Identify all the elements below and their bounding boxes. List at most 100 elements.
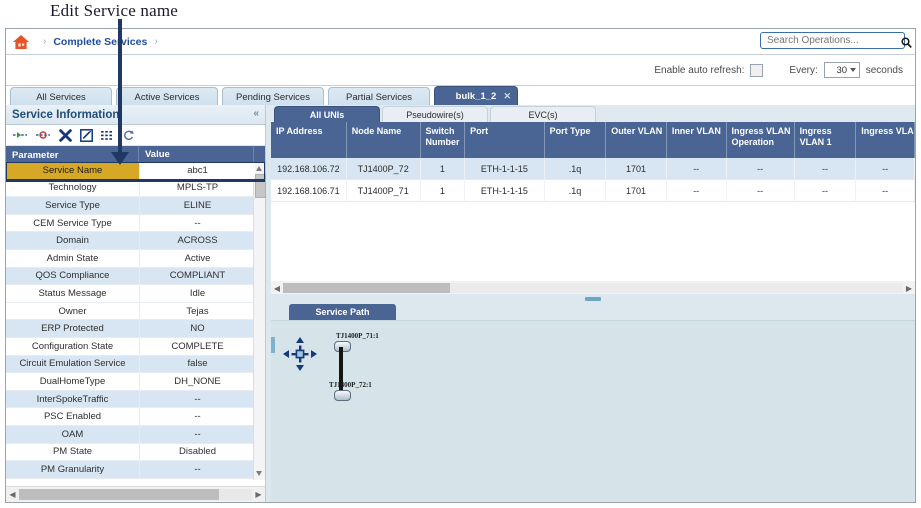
parameter-table-horizontal-scrollbar[interactable]: ◀ ▶	[6, 486, 265, 502]
table-row[interactable]: Configuration State COMPLETE	[6, 337, 265, 356]
tab-service-path[interactable]: Service Path	[289, 304, 396, 320]
tab-evcs[interactable]: EVC(s)	[490, 106, 596, 122]
panel-title: Service Information	[12, 108, 120, 121]
table-row[interactable]: DualHomeType DH_NONE	[6, 373, 265, 391]
cell-inner-vlan: --	[666, 158, 727, 180]
table-row[interactable]: InterSpokeTraffic --	[6, 390, 265, 409]
table-row[interactable]: CEM Service Type --	[6, 214, 265, 233]
column-header-outer-vlan[interactable]: Outer VLAN	[606, 122, 667, 158]
parameter-table-vertical-scrollbar[interactable]	[253, 162, 266, 480]
scroll-right-icon[interactable]: ▶	[252, 490, 265, 499]
row-parameter: ERP Protected	[6, 320, 139, 338]
row-value: --	[139, 408, 255, 426]
table-row[interactable]: Service Type ELINE	[6, 197, 265, 215]
tab-pseudowires[interactable]: Pseudowire(s)	[382, 106, 488, 122]
cell-node-name: TJ1400P_71	[346, 180, 421, 202]
tab-partial-services[interactable]: Partial Services	[328, 87, 430, 106]
table-row[interactable]: Status Message Idle	[6, 285, 265, 303]
column-header-switch-number[interactable]: Switch Number	[420, 122, 466, 158]
uni-grid-horizontal-scrollbar[interactable]: ◀ ▶	[271, 280, 915, 295]
auto-refresh-group: Enable auto refresh: Every: 30 seconds	[654, 62, 903, 78]
pan-control[interactable]	[283, 337, 317, 371]
cell-node-name: TJ1400P_72	[346, 158, 421, 180]
table-row[interactable]: Technology MPLS-TP	[6, 179, 265, 198]
service-path-canvas[interactable]: TJ1400P_71:1 TJ1400P_72:1	[271, 320, 915, 502]
cell-ip-address: 192.168.106.72	[271, 158, 347, 180]
scrollbar-track[interactable]	[19, 489, 252, 500]
delete-icon[interactable]	[59, 128, 72, 142]
panel-title-bar: Service Information «	[6, 105, 265, 125]
details-icon[interactable]	[101, 130, 115, 141]
column-header-inner-vlan[interactable]: Inner VLAN	[666, 122, 727, 158]
table-row[interactable]: PM State Disabled	[6, 443, 265, 462]
column-header-ingress-vlan-2[interactable]: Ingress VLA	[856, 122, 915, 158]
tab-label: Pseudowire(s)	[406, 109, 464, 120]
row-value: --	[139, 214, 255, 233]
auto-refresh-checkbox[interactable]	[750, 63, 764, 77]
row-value: Active	[139, 249, 255, 268]
tab-all-services[interactable]: All Services	[10, 87, 112, 106]
tab-active-services[interactable]: Active Services	[116, 87, 218, 106]
row-parameter: Admin State	[6, 249, 139, 268]
refresh-interval-select[interactable]: 30	[823, 62, 860, 78]
column-header-node-name[interactable]: Node Name	[346, 122, 421, 158]
scrollbar-track[interactable]	[283, 283, 903, 293]
table-row[interactable]: PM Granularity --	[6, 461, 265, 479]
service-path-node[interactable]	[334, 390, 351, 401]
column-header-ingress-vlan-1[interactable]: Ingress VLAN 1	[794, 122, 857, 158]
scrollbar-thumb[interactable]	[283, 283, 451, 293]
table-row[interactable]: PSC Enabled --	[6, 408, 265, 426]
scroll-right-icon[interactable]: ▶	[903, 284, 915, 293]
column-header-port[interactable]: Port	[465, 122, 545, 158]
home-icon[interactable]	[12, 34, 30, 50]
column-header-ingress-vlan-operation[interactable]: Ingress VLAN Operation	[726, 122, 795, 158]
row-value: --	[139, 461, 255, 479]
annotation-arrow-head	[111, 152, 129, 165]
search-box[interactable]	[760, 32, 912, 49]
tab-label: Partial Services	[346, 91, 412, 103]
tab-bulk-1-2[interactable]: bulk_1_2 ✕	[434, 86, 518, 106]
screenshot-root: Edit Service name › Complete Services ›	[0, 0, 921, 508]
tab-pending-services[interactable]: Pending Services	[222, 87, 324, 106]
breadcrumb-bar: › Complete Services ›	[6, 29, 915, 55]
service-path-node-label: TJ1400P_72:1	[329, 381, 372, 389]
table-row[interactable]: Owner Tejas	[6, 302, 265, 321]
scroll-left-icon[interactable]: ◀	[6, 490, 19, 499]
panel-splitter[interactable]	[271, 294, 915, 304]
table-row[interactable]: Service Name abc1	[6, 162, 265, 182]
breadcrumb-item-complete-services[interactable]: Complete Services	[53, 36, 147, 48]
column-header-ip-address[interactable]: IP Address	[271, 122, 347, 158]
application-window: › Complete Services › Enable auto refres…	[5, 28, 916, 503]
refresh-icon[interactable]	[123, 129, 134, 142]
parameter-table-body: Service Name abc1 Technology MPLS-TP Ser…	[6, 162, 265, 480]
table-row[interactable]: Domain ACROSS	[6, 232, 265, 250]
edit-icon[interactable]	[80, 128, 93, 142]
row-value[interactable]: abc1	[139, 162, 255, 180]
details-panel: All UNIs Pseudowire(s) EVC(s) IP Address…	[266, 105, 915, 502]
table-row[interactable]: QOS Compliance COMPLIANT	[6, 267, 265, 286]
panel-resize-handle[interactable]	[271, 337, 275, 353]
table-row[interactable]: 192.168.106.72 TJ1400P_72 1 ETH-1-1-15 .…	[271, 158, 915, 180]
search-icon[interactable]	[901, 35, 912, 48]
table-row[interactable]: ERP Protected NO	[6, 320, 265, 338]
splitter-grip[interactable]	[585, 297, 601, 301]
double-chevron-left-icon[interactable]: «	[253, 108, 259, 119]
scrollbar-thumb[interactable]	[19, 489, 220, 500]
cell-ingress-vlan-1: --	[794, 158, 857, 180]
tab-all-unis[interactable]: All UNIs	[274, 106, 380, 122]
cell-ingress-vlan-2: --	[856, 158, 915, 180]
cell-ip-address: 192.168.106.71	[271, 180, 347, 202]
remove-link-icon[interactable]	[36, 129, 51, 141]
close-icon[interactable]: ✕	[503, 91, 511, 102]
column-header-port-type[interactable]: Port Type	[544, 122, 607, 158]
cell-inner-vlan: --	[666, 180, 727, 202]
search-input[interactable]	[765, 34, 901, 47]
scroll-down-icon[interactable]	[256, 471, 262, 476]
scroll-left-icon[interactable]: ◀	[271, 284, 283, 293]
table-row[interactable]: OAM --	[6, 425, 265, 444]
table-row[interactable]: Circuit Emulation Service false	[6, 355, 265, 374]
table-row[interactable]: 192.168.106.71 TJ1400P_71 1 ETH-1-1-15 .…	[271, 180, 915, 202]
detail-tab-strip: All UNIs Pseudowire(s) EVC(s)	[266, 105, 915, 122]
add-link-icon[interactable]	[13, 129, 28, 141]
table-row[interactable]: Admin State Active	[6, 249, 265, 268]
